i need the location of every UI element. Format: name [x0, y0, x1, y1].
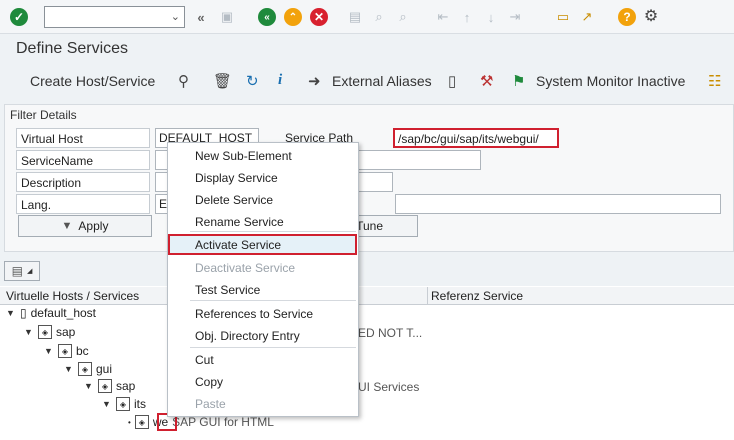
- flag-icon: ⚑: [512, 73, 526, 90]
- tree-node-gui[interactable]: ▼ ◈ gui: [64, 362, 112, 376]
- filter-funnel-icon: ▼: [61, 220, 73, 232]
- tree-header: Virtuelle Hosts / Services Referenz Serv…: [0, 287, 734, 305]
- save-icon[interactable]: ▣: [218, 8, 236, 26]
- lang-label: Lang.: [16, 194, 150, 214]
- find-next-icon[interactable]: ⌕: [394, 8, 412, 26]
- print-menu-button[interactable]: ▤ ◢: [4, 261, 40, 281]
- column-virtual-hosts[interactable]: Virtuelle Hosts / Services: [6, 289, 139, 303]
- printer-icon: ▤: [11, 264, 23, 278]
- menu-rename-service[interactable]: Rename Service: [195, 215, 284, 229]
- expand-triangle-icon[interactable]: ▼: [102, 399, 112, 409]
- command-field[interactable]: ⌄: [44, 6, 185, 28]
- arrow-right-icon: ➜: [308, 73, 321, 90]
- expand-triangle-icon[interactable]: ▼: [84, 381, 94, 391]
- help-icon[interactable]: ?: [618, 8, 636, 26]
- apply-button-label: Apply: [78, 219, 109, 233]
- service-node-icon: ◈: [58, 344, 72, 358]
- tree-node-bc[interactable]: ▼ ◈ bc: [44, 344, 89, 358]
- info-icon[interactable]: i: [278, 72, 282, 89]
- last-page-icon[interactable]: ⇥: [506, 8, 524, 26]
- service-node-icon: ◈: [116, 397, 130, 411]
- service-node-icon: ◈: [98, 379, 112, 393]
- new-session-icon[interactable]: ▭: [554, 8, 572, 26]
- column-divider: [427, 287, 428, 305]
- next-page-icon[interactable]: ↓: [482, 8, 500, 26]
- system-toolbar: ✓ ⌄ « ▣ « ⌃ ✕ ▤ ⌕ ⌕ ⇤ ↑ ↓ ⇥ ▭ ↗ ? ⚙: [0, 0, 734, 34]
- system-monitor-button[interactable]: System Monitor Inactive: [536, 73, 685, 89]
- menu-paste: Paste: [195, 397, 226, 411]
- external-aliases-button[interactable]: External Aliases: [332, 73, 432, 89]
- menu-test-service[interactable]: Test Service: [195, 283, 260, 297]
- tree-node-sap[interactable]: ▼ ◈ sap: [24, 325, 75, 339]
- print-icon[interactable]: ▤: [346, 8, 364, 26]
- tree-node-webgui[interactable]: • ◈ we SAP GUI for HTML: [128, 415, 274, 429]
- lang-description-field[interactable]: [395, 194, 721, 214]
- back-double-icon[interactable]: «: [192, 8, 210, 26]
- tree-node-sap-2[interactable]: ▼ ◈ sap: [84, 379, 135, 393]
- menu-display-service[interactable]: Display Service: [195, 171, 278, 185]
- cancel-icon[interactable]: ✕: [310, 8, 328, 26]
- tree-node-description: SAP GUI for HTML: [172, 415, 274, 429]
- prev-page-icon[interactable]: ↑: [458, 8, 476, 26]
- tree-bg-text-2: UI Services: [358, 380, 420, 394]
- filter-details-title: Filter Details: [10, 108, 77, 122]
- magic-wand-icon[interactable]: ⚒: [480, 72, 493, 90]
- menu-separator: [190, 300, 356, 301]
- tree-node-its[interactable]: ▼ ◈ its: [102, 397, 146, 411]
- hierarchy-icon[interactable]: ☷: [708, 72, 721, 90]
- column-reference-service[interactable]: Referenz Service: [431, 289, 523, 303]
- virtual-host-label: Virtual Host: [16, 128, 150, 148]
- expand-triangle-icon[interactable]: ▼: [6, 308, 16, 318]
- back-green-icon[interactable]: «: [258, 8, 276, 26]
- menu-new-sub-element[interactable]: New Sub-Element: [195, 149, 292, 163]
- ok-check-icon[interactable]: ✓: [10, 8, 28, 26]
- host-document-icon: ▯: [20, 306, 27, 320]
- first-page-icon[interactable]: ⇤: [434, 8, 452, 26]
- command-dropdown-icon[interactable]: ⌄: [171, 10, 180, 23]
- display-change-icon[interactable]: ⚲: [178, 72, 189, 90]
- settings-icon[interactable]: ⚙: [642, 7, 660, 25]
- application-toolbar: Create Host/Service ⚲ 🗑 ↻ i ➜ External A…: [0, 66, 734, 96]
- service-node-icon: ◈: [134, 415, 149, 429]
- menu-deactivate-service: Deactivate Service: [195, 261, 296, 275]
- tree-node-label: its: [134, 397, 146, 411]
- menu-references-to-service[interactable]: References to Service: [195, 307, 313, 321]
- command-input[interactable]: [45, 7, 165, 27]
- create-host-service-button[interactable]: Create Host/Service: [30, 73, 155, 89]
- tree-node-label: sap: [56, 325, 76, 339]
- menu-activate-service-label: Activate Service: [195, 238, 282, 252]
- dropdown-arrow-icon: ◢: [26, 268, 33, 275]
- leaf-bullet-icon: •: [128, 417, 131, 427]
- context-menu: New Sub-Element Display Service Delete S…: [167, 142, 359, 417]
- tree-bg-text-1: ED NOT T...: [358, 326, 423, 340]
- service-node-icon: ◈: [78, 362, 92, 376]
- tree-node-label: gui: [96, 362, 113, 376]
- service-path-field[interactable]: /sap/bc/gui/sap/its/webgui/: [393, 128, 559, 148]
- tree-node-label: default_host: [30, 306, 96, 320]
- page-title: Define Services: [16, 40, 129, 57]
- menu-separator: [190, 231, 356, 232]
- description-label: Description: [16, 172, 150, 192]
- shortcut-icon[interactable]: ↗: [578, 8, 596, 26]
- expand-triangle-icon[interactable]: ▼: [24, 327, 34, 337]
- tree-node-label: bc: [76, 344, 89, 358]
- menu-separator: [190, 347, 356, 348]
- expand-triangle-icon[interactable]: ▼: [44, 346, 54, 356]
- tree-node-label: sap: [116, 379, 136, 393]
- service-name-label: ServiceName: [16, 150, 150, 170]
- menu-cut[interactable]: Cut: [195, 353, 214, 367]
- delete-icon[interactable]: 🗑: [213, 72, 232, 90]
- menu-copy[interactable]: Copy: [195, 375, 223, 389]
- expand-triangle-icon[interactable]: ▼: [64, 364, 74, 374]
- apply-button[interactable]: ▼ Apply: [18, 215, 152, 237]
- refresh-icon[interactable]: ↻: [246, 72, 259, 90]
- find-icon[interactable]: ⌕: [370, 8, 388, 26]
- exit-up-icon[interactable]: ⌃: [284, 8, 302, 26]
- document-icon[interactable]: ▯: [448, 72, 456, 90]
- service-node-icon: ◈: [38, 325, 52, 339]
- menu-activate-service[interactable]: Activate Service: [168, 234, 357, 255]
- tree-node-default-host[interactable]: ▼ ▯ default_host: [6, 306, 96, 320]
- menu-delete-service[interactable]: Delete Service: [195, 193, 273, 207]
- menu-obj-directory-entry[interactable]: Obj. Directory Entry: [195, 329, 300, 343]
